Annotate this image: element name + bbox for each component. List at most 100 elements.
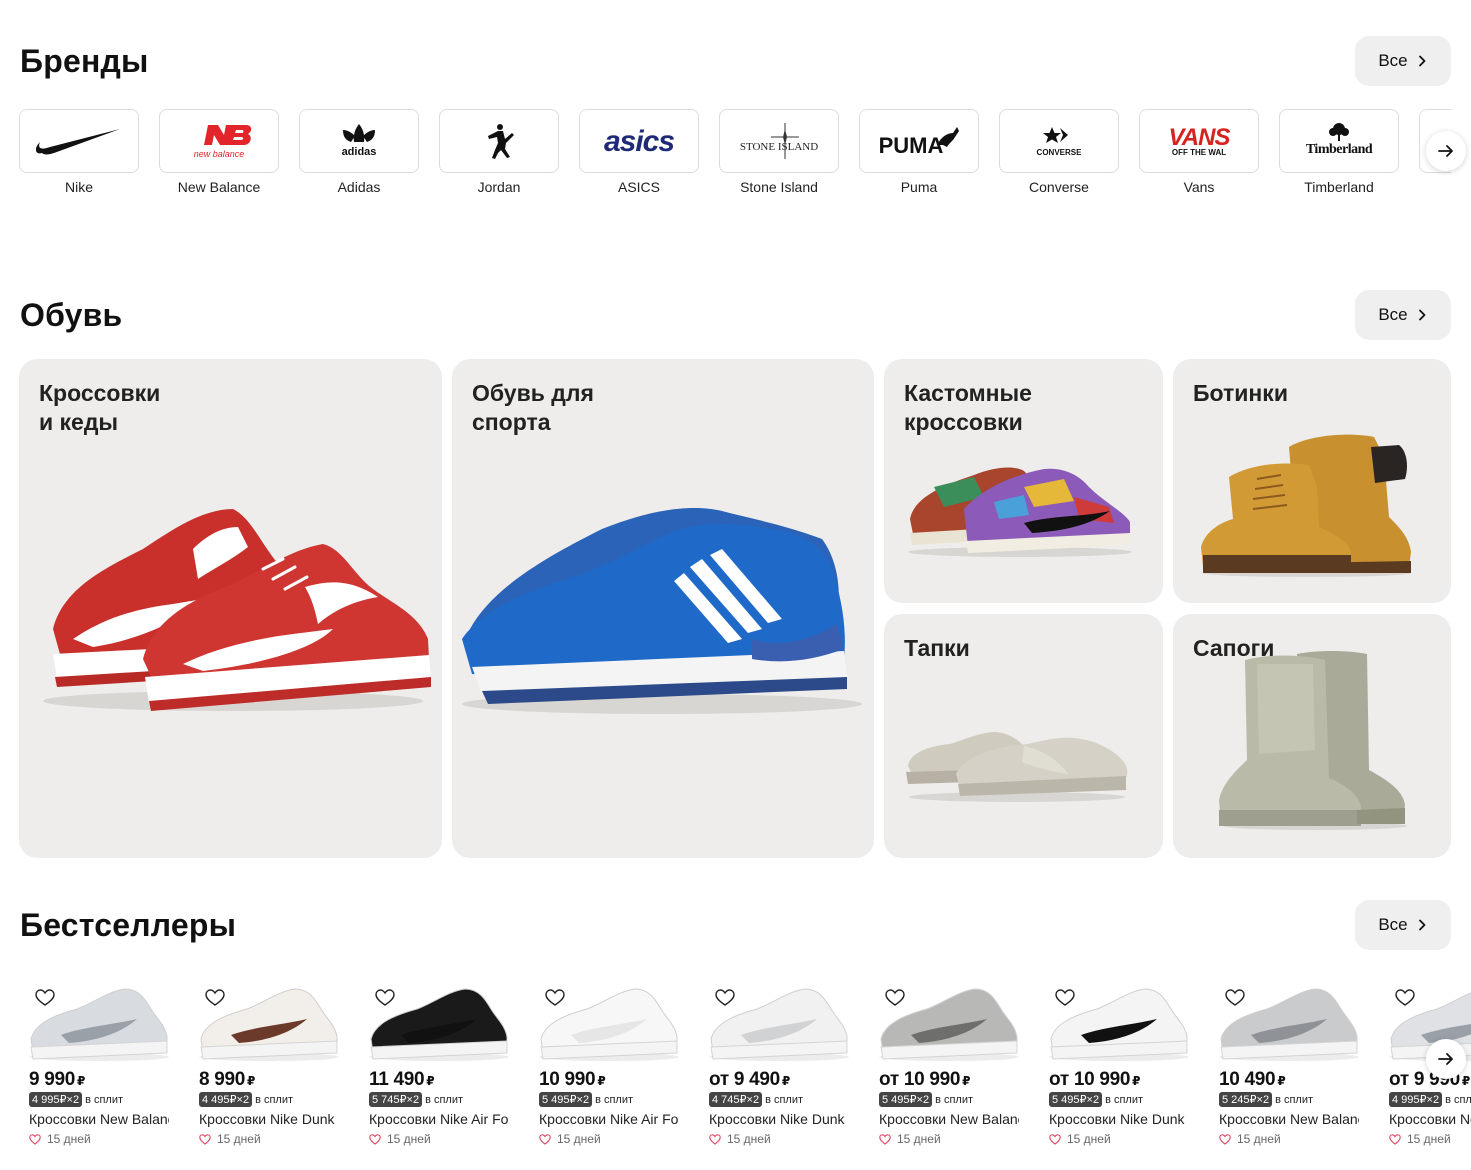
category-card-slides[interactable]: Тапки: [884, 614, 1163, 858]
delivery-days: 15 дней: [387, 1132, 431, 1146]
product-delivery: 15 дней: [199, 1132, 349, 1146]
split-label: в сплит: [1275, 1093, 1314, 1106]
currency-symbol: ₽: [962, 1074, 971, 1088]
favorite-heart-icon[interactable]: [35, 989, 55, 1007]
svg-text:CONVERSE: CONVERSE: [1037, 148, 1083, 157]
category-card-boots[interactable]: Ботинки: [1173, 359, 1451, 603]
product-price: 10 490 ₽: [1219, 1069, 1286, 1090]
favorite-heart-icon[interactable]: [375, 989, 395, 1007]
split-badge: 4 995₽×2: [29, 1092, 83, 1107]
shoes-header: Обувь Все: [20, 289, 1451, 341]
product-delivery: 15 дней: [539, 1132, 689, 1146]
brands-all-button[interactable]: Все: [1355, 36, 1451, 86]
jordan-logo: [439, 109, 559, 173]
product-delivery: 15 дней: [1389, 1132, 1471, 1146]
category-card-sneakers[interactable]: Кроссовки и кеды: [19, 359, 442, 858]
product-name: Кроссовки Nike Air Force 1: [539, 1111, 679, 1127]
product-card[interactable]: 9 990 ₽ 4 995₽×2 в сплит Кроссовки New Balan…: [19, 983, 179, 1146]
product-delivery: 15 дней: [29, 1132, 179, 1146]
brand-name: Stone Island: [740, 179, 818, 195]
brand-name: Vans: [1183, 179, 1215, 195]
blue-running-shoe-image: [462, 508, 862, 714]
split-badge: 5 745₽×2: [369, 1092, 423, 1107]
currency-symbol: ₽: [1132, 1074, 1141, 1088]
category-card-rubber-boots[interactable]: Сапоги: [1173, 614, 1451, 858]
product-image: [21, 983, 171, 1063]
svg-text:asics: asics: [604, 125, 674, 158]
category-card-sport-shoes[interactable]: Обувь для спорта: [452, 359, 874, 858]
product-card[interactable]: 11 490 ₽ 5 745₽×2 в сплит Кроссовки Nike Air…: [359, 983, 519, 1146]
bestsellers-header: Бестселлеры Все: [20, 899, 1451, 951]
product-delivery: 15 дней: [879, 1132, 1029, 1146]
brand-item-stone-island[interactable]: STONE ISLAND Stone Island: [719, 109, 839, 195]
chevron-right-icon: [1418, 919, 1426, 931]
heart-outline-icon: [1219, 1133, 1231, 1145]
product-image: [1211, 983, 1361, 1063]
product-card[interactable]: от 9 490 ₽ 4 745₽×2 в сплит Кроссовки Nike D…: [699, 983, 859, 1146]
puma-logo: PUMA: [859, 109, 979, 173]
brand-item-vans[interactable]: VANS OFF THE WAL Vans: [1139, 109, 1259, 195]
favorite-heart-icon[interactable]: [1225, 989, 1245, 1007]
svg-text:new balance: new balance: [194, 149, 245, 159]
brand-item-asics[interactable]: asics ASICS: [579, 109, 699, 195]
tan-boots-image: [1201, 434, 1411, 577]
product-image: [701, 983, 851, 1063]
favorite-heart-icon[interactable]: [1395, 989, 1415, 1007]
product-card[interactable]: 10 490 ₽ 5 245₽×2 в сплит Кроссовки New Bala…: [1209, 983, 1369, 1146]
product-name: Кроссовки Nike Dunk Low: [709, 1111, 849, 1127]
split-payment: 5 745₽×2 в сплит: [369, 1092, 519, 1107]
heart-outline-icon: [1389, 1133, 1401, 1145]
product-card[interactable]: 10 990 ₽ 5 495₽×2 в сплит Кроссовки Nike Air…: [529, 983, 689, 1146]
favorite-heart-icon[interactable]: [1055, 989, 1075, 1007]
split-badge: 4 495₽×2: [199, 1092, 253, 1107]
brands-carousel: Nike new balance New Balance adidas Adid…: [19, 109, 1451, 209]
split-payment: 5 245₽×2 в сплит: [1219, 1092, 1369, 1107]
currency-symbol: ₽: [1277, 1074, 1286, 1088]
brand-item-puma[interactable]: PUMA Puma: [859, 109, 979, 195]
product-image: [871, 983, 1021, 1063]
category-title: Обувь для спорта: [472, 380, 594, 435]
brand-name: Converse: [1029, 179, 1089, 195]
product-delivery: 15 дней: [1049, 1132, 1199, 1146]
brands-all-label: Все: [1378, 51, 1408, 70]
brand-item-adidas[interactable]: adidas Adidas: [299, 109, 419, 195]
split-label: в сплит: [765, 1093, 804, 1106]
favorite-heart-icon[interactable]: [545, 989, 565, 1007]
heart-outline-icon: [709, 1133, 721, 1145]
brand-name: Puma: [900, 179, 938, 195]
product-name: Кроссовки New Balance 2002R: [879, 1111, 1019, 1127]
product-card[interactable]: 8 990 ₽ 4 495₽×2 в сплит Кроссовки Nike Dunk…: [189, 983, 349, 1146]
category-card-custom-sneakers[interactable]: Кастомные кроссовки: [884, 359, 1163, 603]
product-price: 9 990 ₽: [29, 1069, 86, 1090]
favorite-heart-icon[interactable]: [885, 989, 905, 1007]
bestsellers-next-button[interactable]: [1426, 1039, 1466, 1079]
product-name: Кроссовки Nike Air Force 1: [369, 1111, 509, 1127]
timberland-logo: Timberland: [1279, 109, 1399, 173]
shoes-all-button[interactable]: Все: [1355, 290, 1451, 340]
svg-text:adidas: adidas: [342, 146, 377, 158]
currency-symbol: ₽: [77, 1074, 86, 1088]
product-card[interactable]: от 10 990 ₽ 5 495₽×2 в сплит Кроссовки New B…: [869, 983, 1029, 1146]
delivery-days: 15 дней: [47, 1132, 91, 1146]
brands-next-button[interactable]: [1426, 131, 1466, 171]
favorite-heart-icon[interactable]: [205, 989, 225, 1007]
brand-item-new-balance[interactable]: new balance New Balance: [159, 109, 279, 195]
red-white-sneakers-image: [43, 509, 431, 711]
product-price: 10 990 ₽: [539, 1069, 606, 1090]
brand-item-nike[interactable]: Nike: [19, 109, 139, 195]
brand-item-timberland[interactable]: Timberland Timberland: [1279, 109, 1399, 195]
product-image: [531, 983, 681, 1063]
slides-image: [906, 732, 1128, 802]
brand-name: New Balance: [177, 179, 261, 195]
brand-item-converse[interactable]: CONVERSE Converse: [999, 109, 1119, 195]
shoes-title: Обувь: [20, 296, 123, 333]
product-price: от 10 990 ₽: [1049, 1069, 1141, 1090]
product-image: [1041, 983, 1191, 1063]
brand-item-jordan[interactable]: Jordan: [439, 109, 559, 195]
brand-name: Nike: [64, 179, 93, 195]
favorite-heart-icon[interactable]: [715, 989, 735, 1007]
heart-outline-icon: [29, 1133, 41, 1145]
split-label: в сплит: [595, 1093, 634, 1106]
product-card[interactable]: от 10 990 ₽ 5 495₽×2 в сплит Кроссовки Nike …: [1039, 983, 1199, 1146]
bestsellers-all-button[interactable]: Все: [1355, 900, 1451, 950]
